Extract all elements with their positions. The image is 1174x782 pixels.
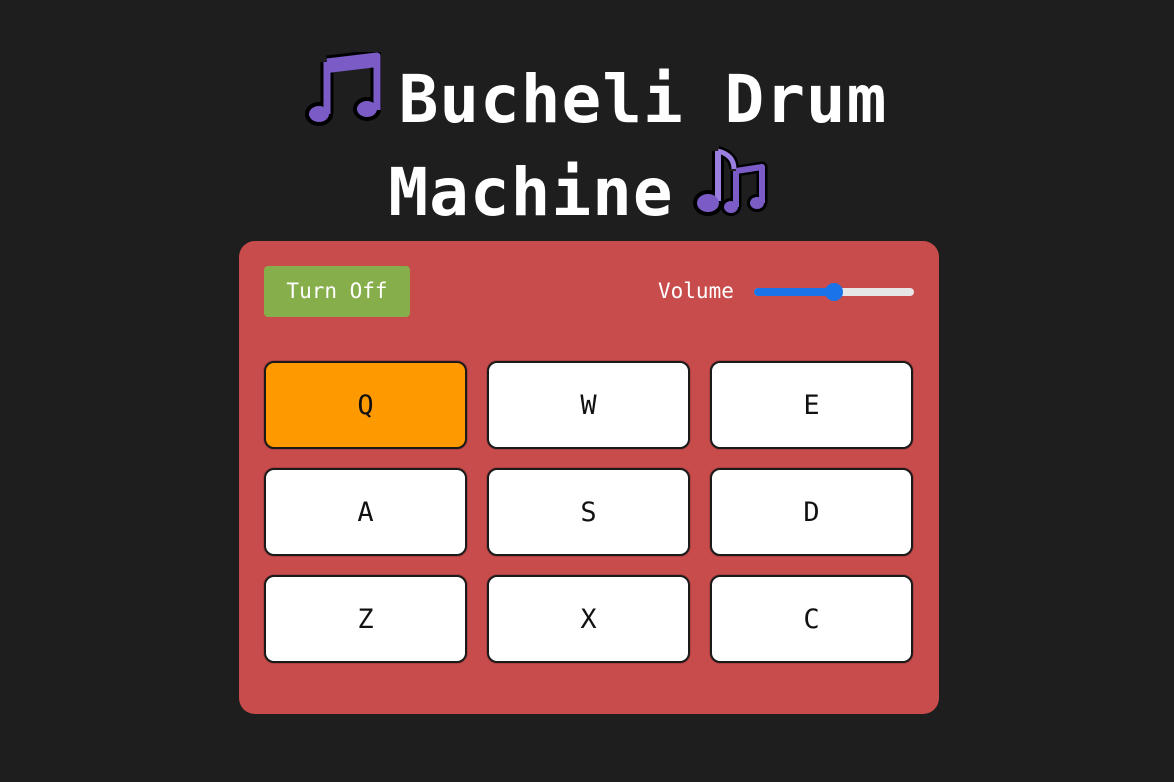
drum-machine-panel: Turn Off Volume Q W E A S D Z X C [239, 241, 939, 714]
drum-pad-w[interactable]: W [487, 361, 690, 449]
page-title: Bucheli Drum Machine [0, 49, 1174, 238]
power-button[interactable]: Turn Off [264, 266, 410, 317]
volume-label: Volume [658, 279, 734, 303]
volume-slider-fill [754, 288, 834, 296]
drum-pad-c[interactable]: C [710, 575, 913, 663]
drum-pad-z[interactable]: Z [264, 575, 467, 663]
title-text-1: Bucheli Drum [398, 61, 888, 138]
drum-pad-e[interactable]: E [710, 361, 913, 449]
title-text-2: Machine [388, 154, 674, 231]
drum-pad-q[interactable]: Q [264, 361, 467, 449]
drum-pad-grid: Q W E A S D Z X C [264, 361, 914, 663]
musical-note-icon [304, 49, 384, 145]
title-line-1: Bucheli Drum [0, 49, 1174, 145]
drum-pad-d[interactable]: D [710, 468, 913, 556]
drum-pad-x[interactable]: X [487, 575, 690, 663]
title-line-2: Machine [0, 145, 1174, 238]
drum-pad-s[interactable]: S [487, 468, 690, 556]
drum-pad-a[interactable]: A [264, 468, 467, 556]
volume-slider-thumb[interactable] [825, 283, 843, 301]
volume-slider[interactable] [754, 282, 914, 302]
musical-notes-icon [692, 145, 768, 238]
